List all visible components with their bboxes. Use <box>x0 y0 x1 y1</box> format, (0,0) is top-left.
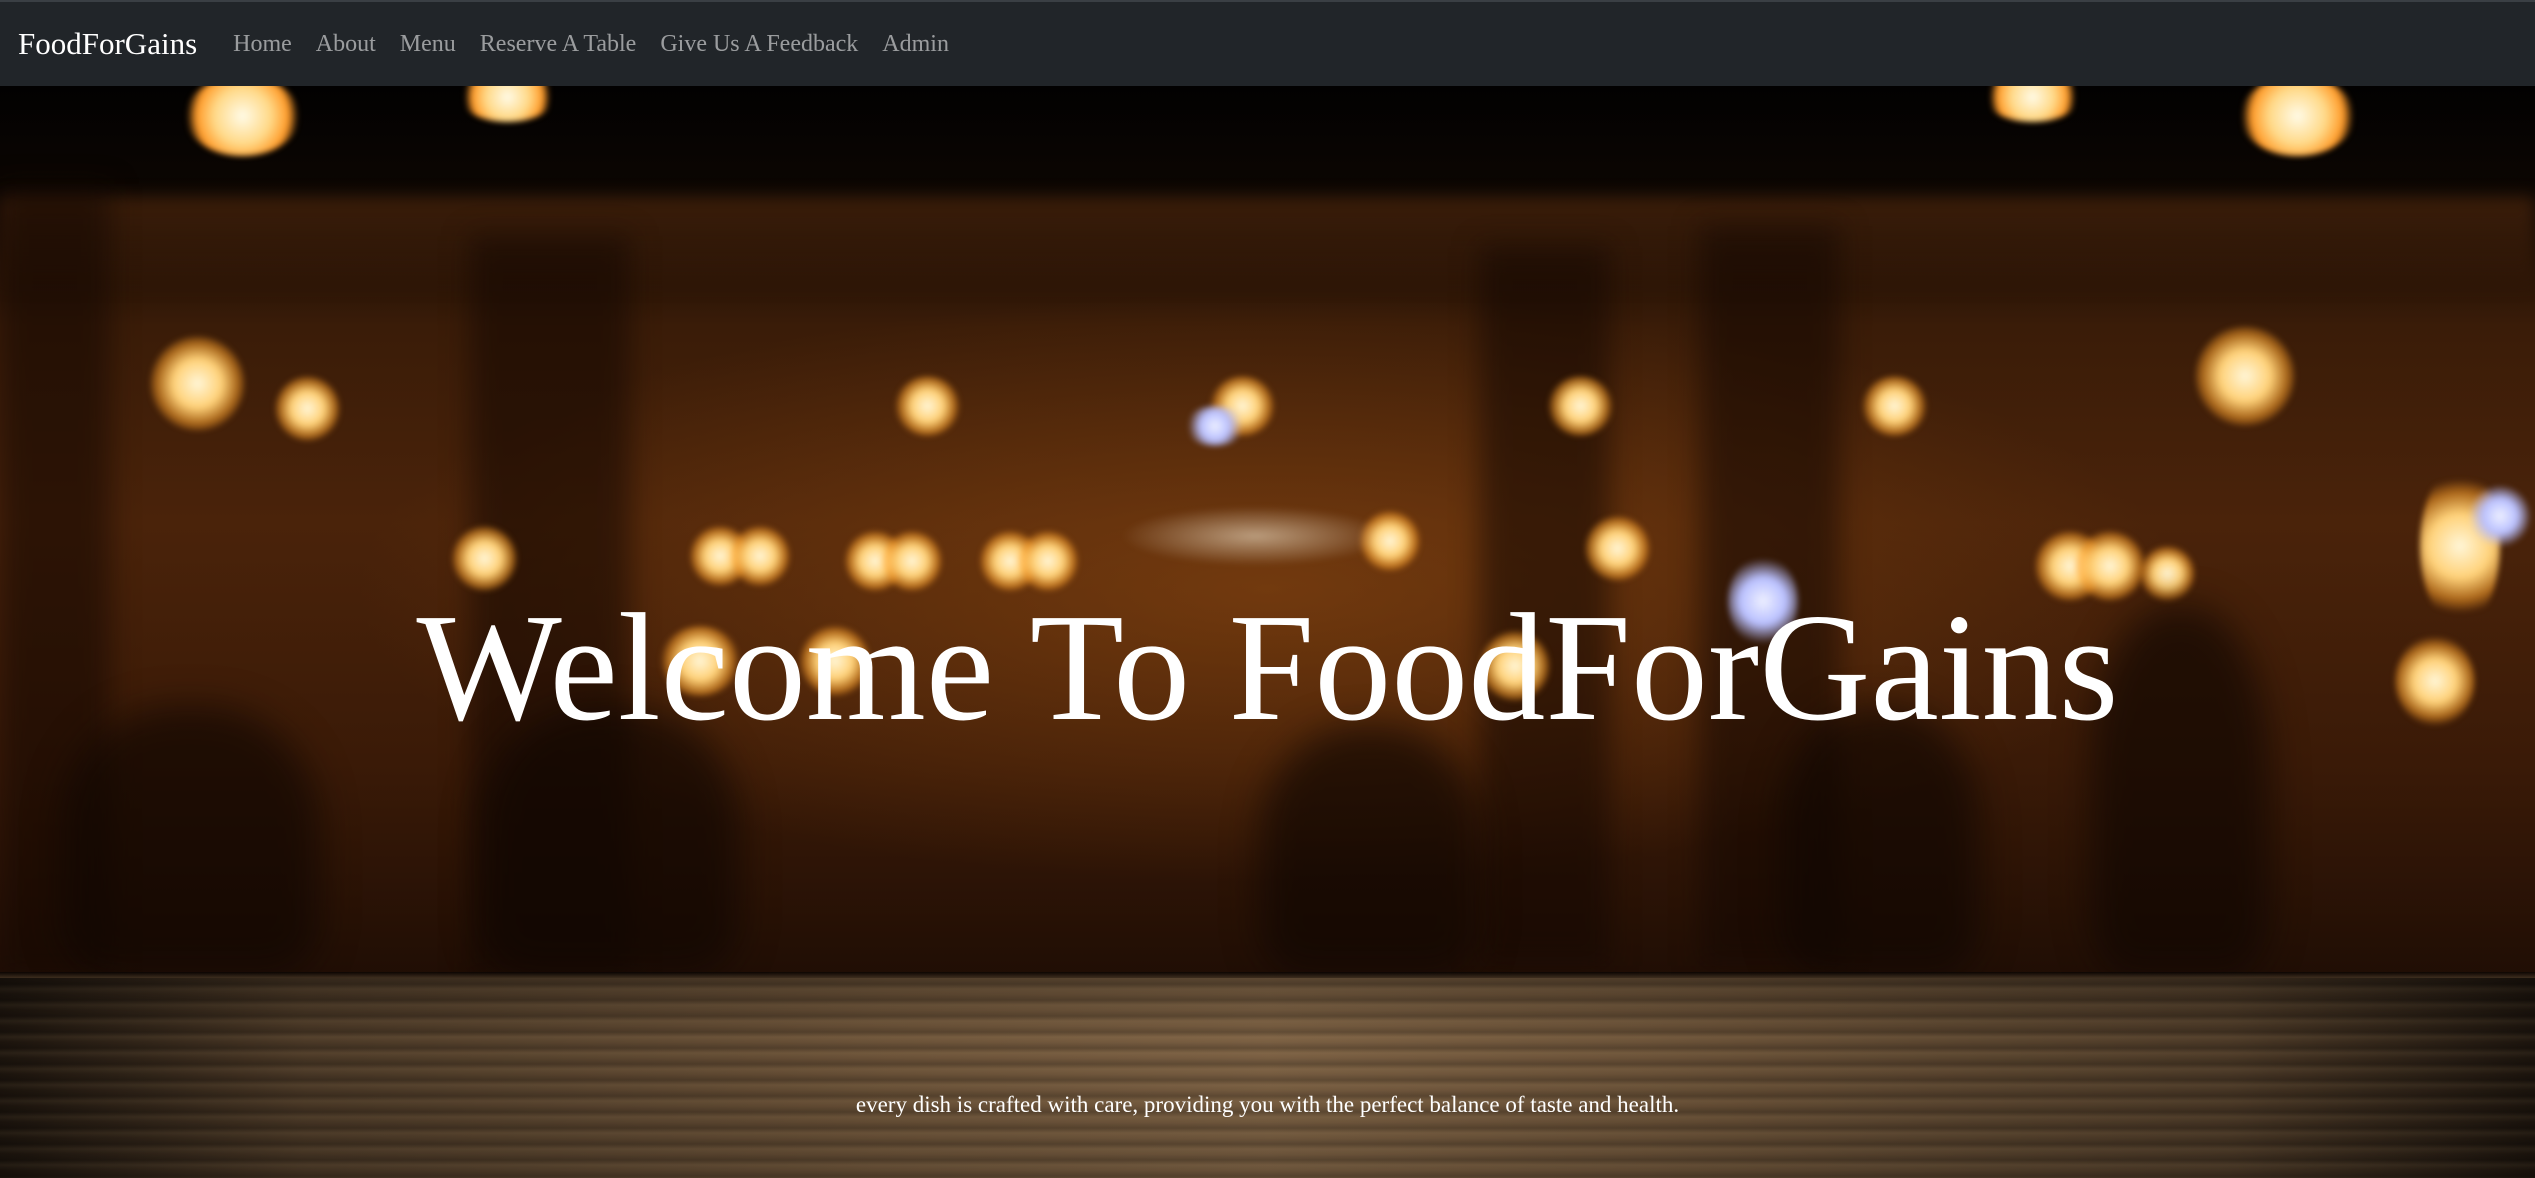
nav-link-home[interactable]: Home <box>233 31 292 58</box>
nav-links: Home About Menu Reserve A Table Give Us … <box>233 31 973 58</box>
hero-section: Welcome To FoodForGains every dish is cr… <box>0 86 2535 1178</box>
nav-link-menu[interactable]: Menu <box>400 31 456 58</box>
nav-link-reserve-table[interactable]: Reserve A Table <box>480 31 637 58</box>
bokeh-light <box>150 336 245 431</box>
bokeh-light <box>1585 516 1650 581</box>
hero-background-crowd <box>1260 726 1480 976</box>
bokeh-light <box>2195 326 2295 426</box>
hero-background-ceiling <box>0 86 2535 206</box>
nav-link-feedback[interactable]: Give Us A Feedback <box>660 31 858 58</box>
bokeh-light <box>1862 376 1927 436</box>
bokeh-light <box>452 526 517 591</box>
bokeh-light <box>730 526 790 586</box>
hero-background-crowd <box>60 706 320 976</box>
hero-tagline: every dish is crafted with care, providi… <box>855 1092 1680 1117</box>
nav-link-admin[interactable]: Admin <box>882 31 949 58</box>
hero-background-beam <box>0 196 2535 286</box>
bokeh-light <box>1120 506 1390 566</box>
bokeh-light <box>2470 486 2530 546</box>
brand-link[interactable]: FoodForGains <box>18 26 197 62</box>
bokeh-light <box>882 531 942 591</box>
bokeh-light <box>895 376 960 436</box>
bokeh-light <box>1548 376 1613 436</box>
top-navbar: FoodForGains Home About Menu Reserve A T… <box>0 0 2535 86</box>
bokeh-light <box>1018 531 1078 591</box>
bokeh-light <box>275 376 340 441</box>
bokeh-light <box>1185 406 1245 446</box>
hero-heading: Welcome To FoodForGains <box>416 583 2119 753</box>
nav-link-about[interactable]: About <box>316 31 376 58</box>
hero-background-counter-shade <box>0 978 2535 1178</box>
